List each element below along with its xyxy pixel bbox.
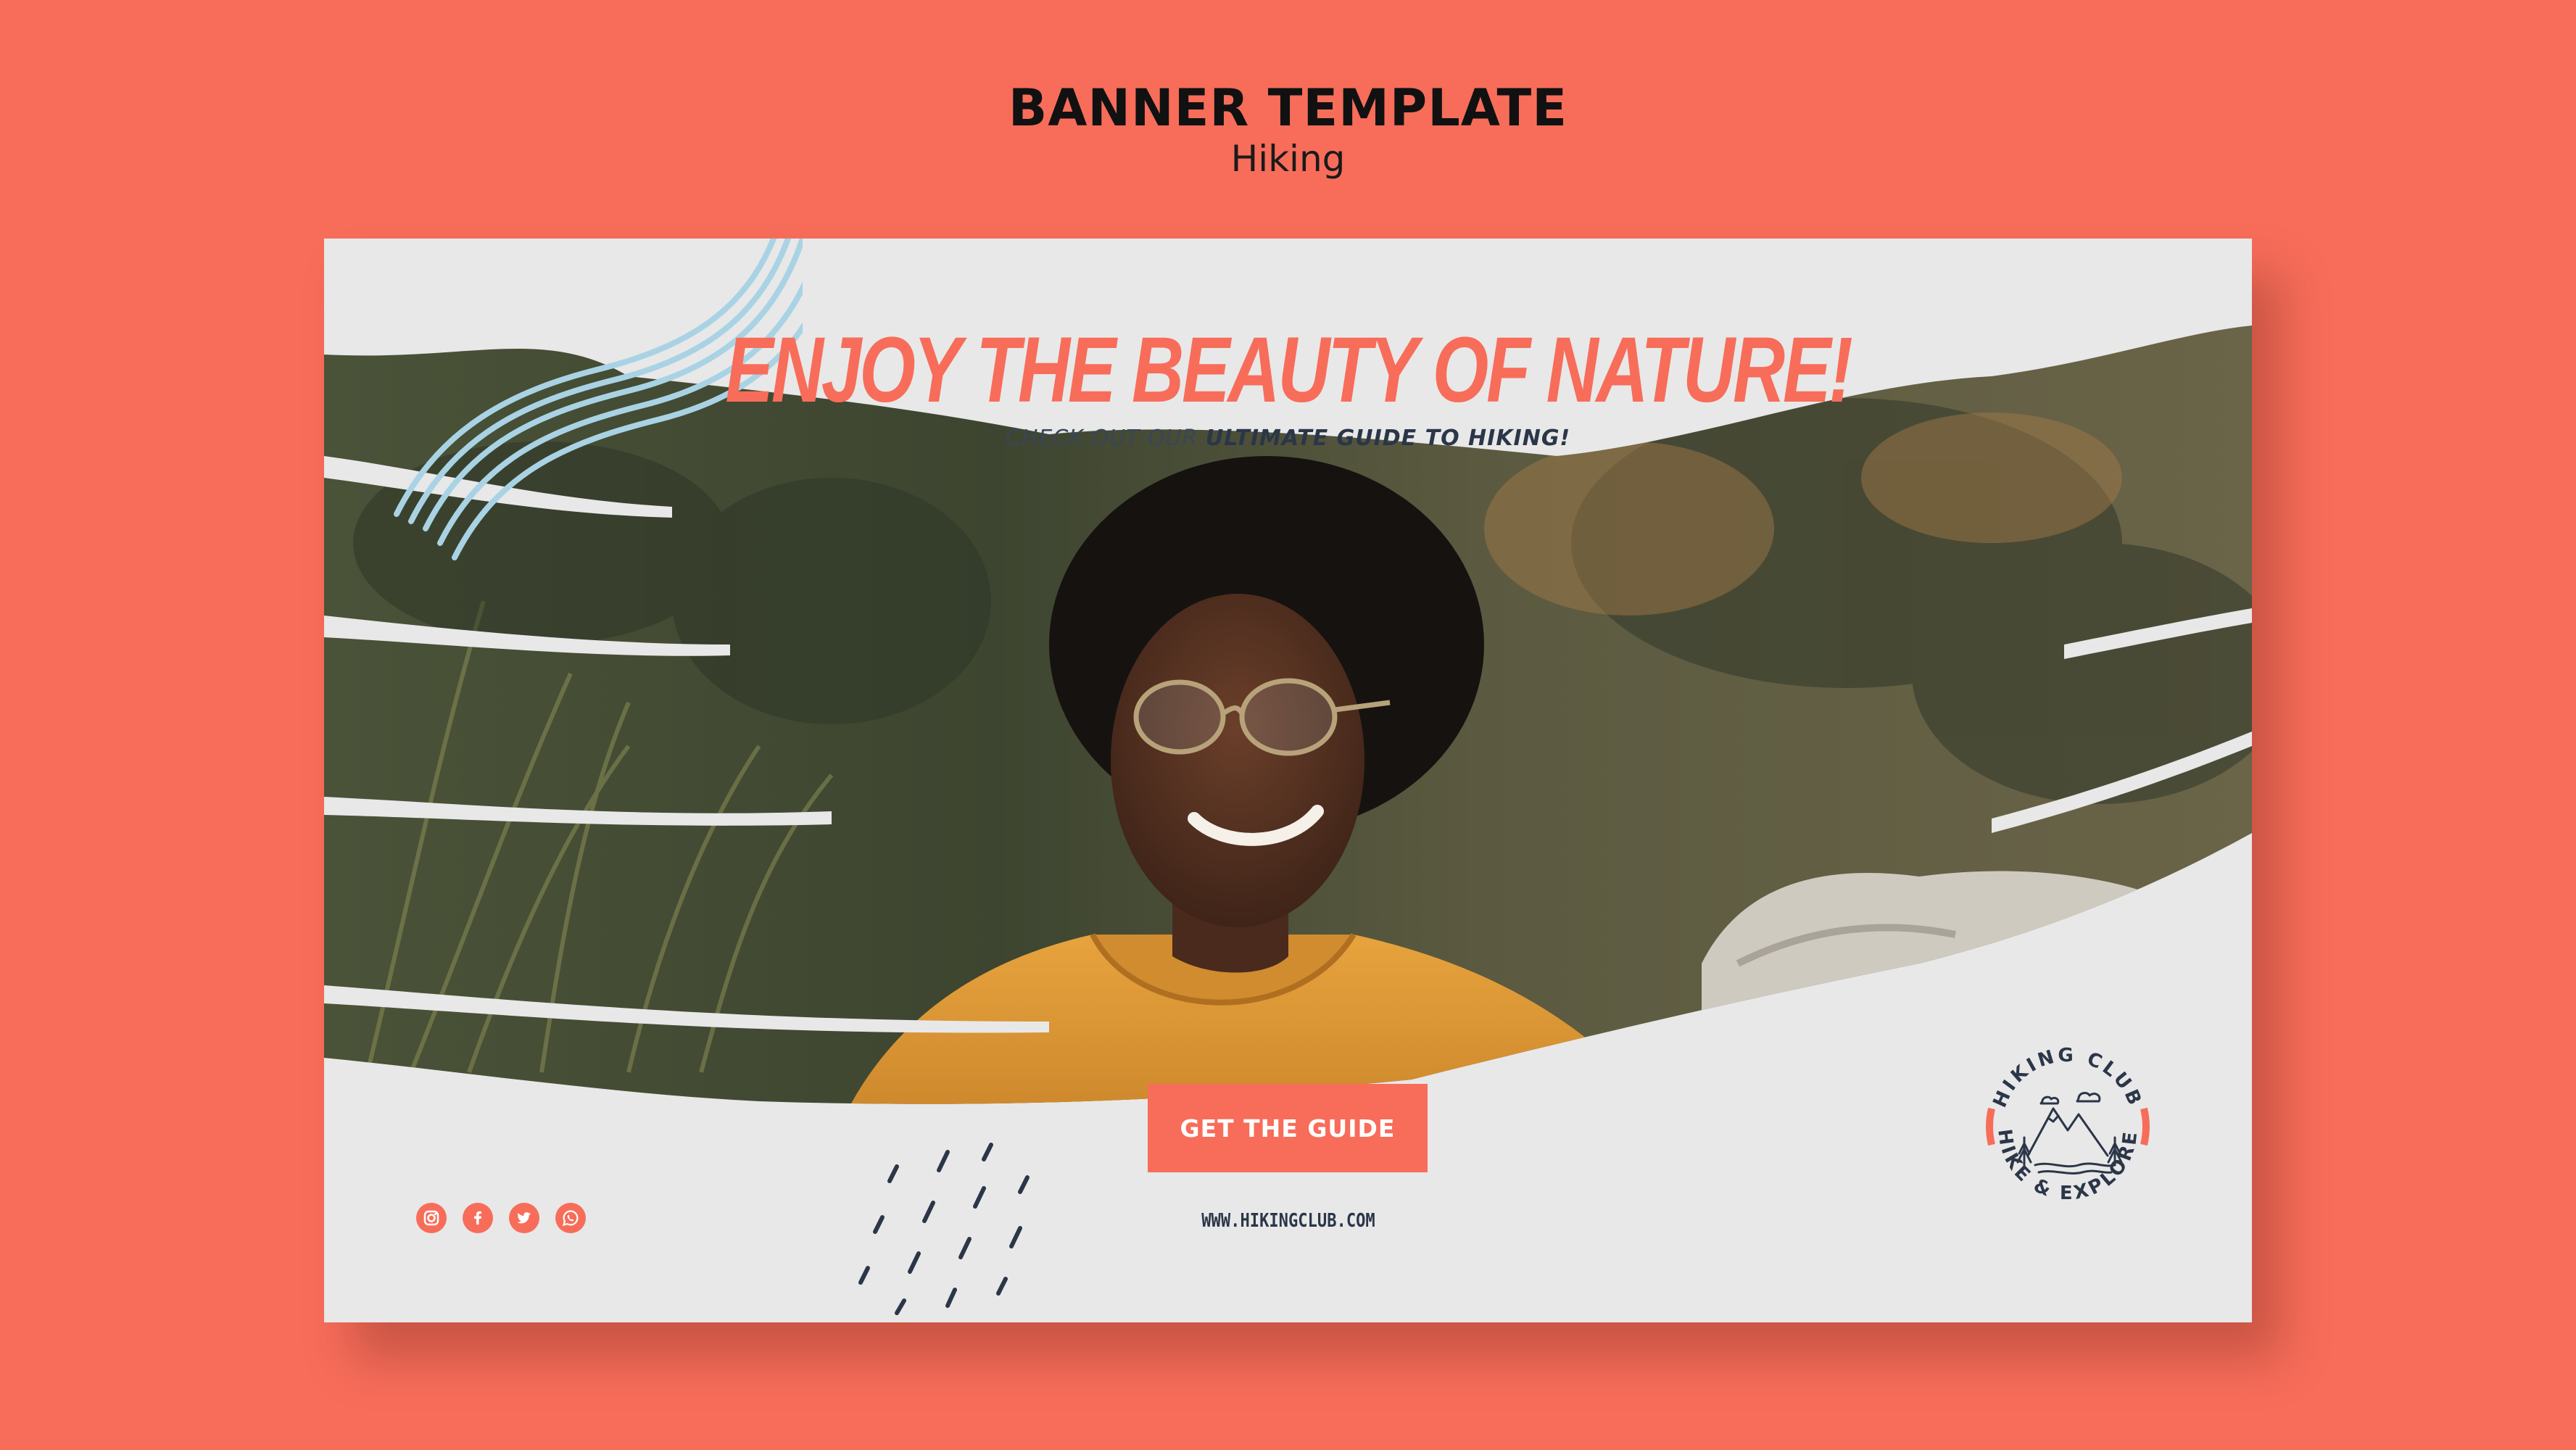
- website-url[interactable]: WWW.HIKINGCLUB.COM: [1135, 1210, 1443, 1232]
- hiking-club-badge: HIKING CLUB HIKING CLUB HIKE & EXPLORE: [1986, 1045, 2150, 1204]
- social-links: [416, 1203, 586, 1233]
- subline-prefix: CHECK OUT OUR: [1005, 426, 1206, 451]
- whatsapp-icon[interactable]: [555, 1203, 586, 1233]
- headline: ENJOY THE BEAUTY OF NATURE!: [725, 318, 1852, 422]
- svg-text:HIKING CLUB: HIKING CLUB: [1989, 1045, 2146, 1111]
- dash-decoration: [858, 1143, 1030, 1315]
- twitter-icon[interactable]: [509, 1203, 539, 1233]
- get-the-guide-button[interactable]: GET THE GUIDE: [1148, 1084, 1428, 1172]
- page-title: BANNER TEMPLATE: [1008, 78, 1568, 138]
- instagram-icon[interactable]: [416, 1203, 447, 1233]
- subline: CHECK OUT OUR ULTIMATE GUIDE TO HIKING!: [324, 426, 2252, 451]
- mountain-icon: [2016, 1092, 2123, 1174]
- facebook-icon[interactable]: [463, 1203, 493, 1233]
- badge-top-arc: HIKING CLUB: [1989, 1045, 2143, 1111]
- subline-highlight: ULTIMATE GUIDE TO HIKING!: [1205, 426, 1571, 451]
- page-subtitle: Hiking: [1230, 138, 1346, 180]
- banner-card: ENJOY THE BEAUTY OF NATURE! CHECK OUT OU…: [324, 239, 2252, 1322]
